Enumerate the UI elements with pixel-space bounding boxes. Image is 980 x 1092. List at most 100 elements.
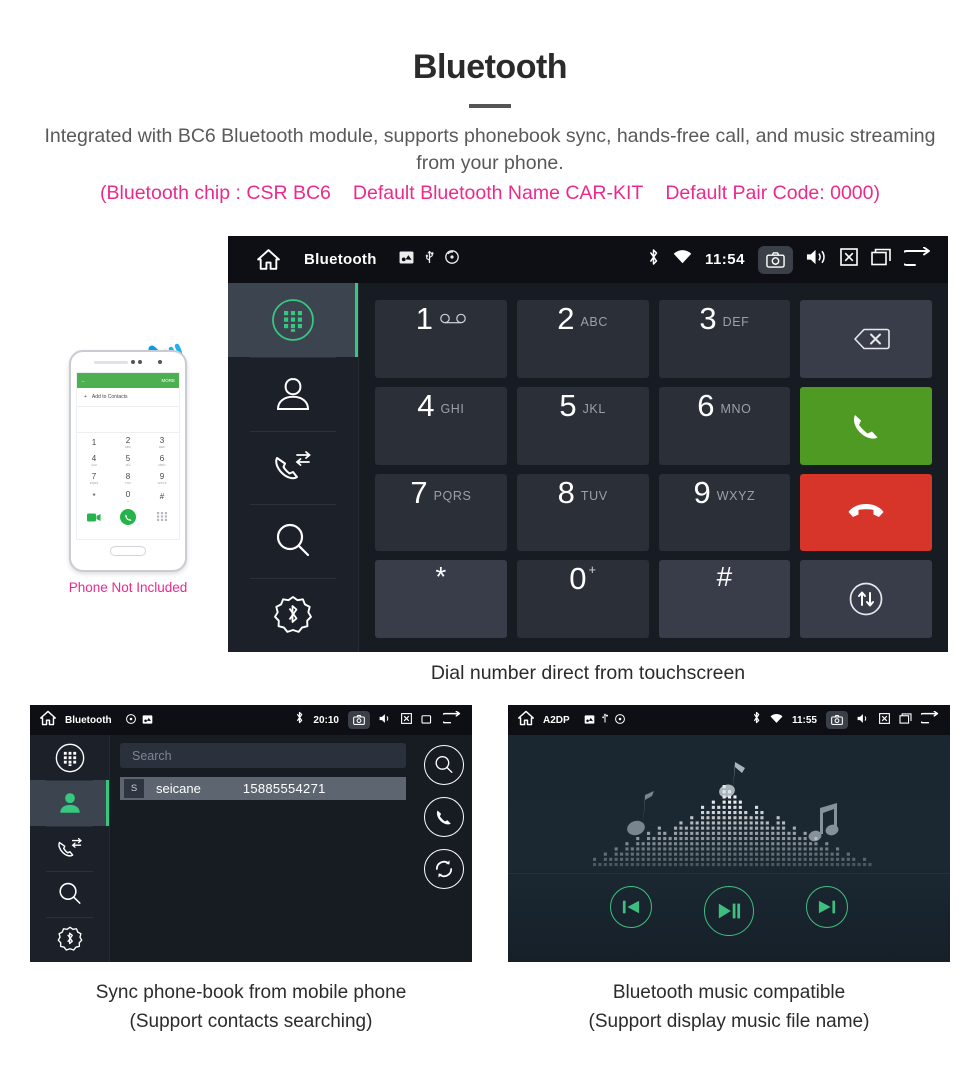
screen-title: Bluetooth [304, 251, 377, 268]
volume-icon[interactable] [379, 711, 392, 729]
key-2[interactable]: 2 ABC [516, 300, 649, 378]
key-label: 8 [557, 474, 575, 510]
recents-icon[interactable] [899, 711, 912, 729]
key-label: 4 [91, 453, 97, 463]
phone-add-contacts-row[interactable]: + Add to Contacts [77, 388, 179, 407]
call-button[interactable] [800, 386, 932, 465]
hangup-button[interactable] [800, 473, 932, 552]
phone-number-field[interactable] [77, 407, 179, 433]
phone-key-9[interactable]: 9 WXYZ [145, 469, 179, 487]
key-sub: GHI [440, 401, 465, 416]
phone-key-3[interactable]: 3 DEF [145, 433, 179, 451]
phone-home-button[interactable] [110, 546, 146, 556]
home-icon[interactable] [242, 248, 294, 271]
sidebar-item-search[interactable] [30, 871, 109, 916]
phone-key-hash[interactable]: # [145, 487, 179, 505]
phone-key-star[interactable]: * [77, 487, 111, 505]
previous-track-button[interactable] [610, 886, 652, 928]
volume-icon[interactable] [806, 248, 827, 271]
key-7[interactable]: 7 PQRS [375, 473, 507, 552]
disc-icon [125, 711, 136, 729]
camera-icon[interactable] [826, 711, 848, 729]
media-controls [508, 886, 950, 936]
phone-key-8[interactable]: 8 TUV [111, 469, 145, 487]
title-divider [469, 104, 511, 108]
phone-keypad-toggle-icon[interactable] [145, 511, 179, 523]
camera-icon[interactable] [758, 245, 793, 274]
sync-button[interactable] [424, 849, 464, 889]
sd-card-icon [142, 711, 153, 729]
backspace-button[interactable] [800, 300, 932, 378]
key-sub: MNO [158, 462, 166, 467]
key-label: * [435, 561, 447, 593]
key-label: 7 [91, 471, 97, 481]
sidebar-item-dialpad[interactable] [30, 735, 109, 780]
key-5[interactable]: 5 JKL [516, 386, 649, 465]
key-star[interactable]: * [375, 560, 507, 638]
back-arrow-icon[interactable] [918, 710, 941, 729]
next-track-button[interactable] [806, 886, 848, 928]
key-hash[interactable]: # [658, 560, 791, 638]
search-button[interactable] [424, 745, 464, 785]
mute-x-icon[interactable] [879, 711, 890, 729]
phonebook-caption-line1: Sync phone-book from mobile phone [95, 982, 407, 1003]
mute-x-icon[interactable] [840, 248, 858, 271]
sidebar-item-bt-settings[interactable] [228, 578, 358, 652]
key-6[interactable]: 6 MNO [658, 386, 791, 465]
phone-key-0[interactable]: 0 + [111, 487, 145, 505]
home-icon[interactable] [517, 710, 535, 731]
back-arrow-icon[interactable] [440, 710, 463, 729]
phone-key-1[interactable]: 1 [77, 433, 111, 451]
home-icon[interactable] [39, 710, 57, 731]
sidebar-item-contacts[interactable] [228, 356, 358, 431]
volume-icon[interactable] [857, 711, 870, 729]
key-3[interactable]: 3 DEF [658, 300, 791, 378]
call-history-icon [57, 837, 82, 857]
sidebar-item-search[interactable] [228, 504, 358, 578]
screen-body: 1 2 ABC 3 DEF 4 GHI 5 JKL 6 MNO 7 PQRS 8… [228, 283, 948, 652]
phone-key-7[interactable]: 7 PQRS [77, 469, 111, 487]
sidebar-item-contacts[interactable] [30, 780, 109, 827]
recents-icon[interactable] [871, 248, 891, 271]
phone-call-button[interactable] [111, 509, 145, 525]
phone-key-6[interactable]: 6 MNO [145, 451, 179, 469]
contact-row[interactable]: S seicane 15885554271 [120, 777, 406, 800]
phone-key-4[interactable]: 4 GHI [77, 451, 111, 469]
back-arrow-icon[interactable] [899, 246, 934, 272]
phonebook-screen: Bluetooth 20:10 Search S seicane 1588555… [30, 705, 472, 962]
key-8[interactable]: 8 TUV [516, 473, 649, 552]
usb-icon [424, 250, 435, 270]
phone-video-call-icon[interactable] [77, 513, 111, 522]
sidebar-item-call-history[interactable] [228, 430, 358, 505]
page-title: Bluetooth [412, 48, 568, 86]
key-sub: TUV [580, 488, 608, 503]
music-body [508, 735, 950, 962]
phone-back-icon[interactable]: ← [81, 378, 86, 383]
call-button[interactable] [424, 797, 464, 837]
play-pause-button[interactable] [704, 886, 754, 936]
search-input[interactable]: Search [120, 743, 406, 768]
phone-more-label[interactable]: MORE [162, 378, 176, 383]
key-1[interactable]: 1 [375, 300, 507, 378]
bluetooth-settings-icon [57, 926, 82, 952]
contact-number: 15885554271 [242, 781, 326, 796]
key-9[interactable]: 9 WXYZ [658, 473, 791, 552]
phonebook-body: Search S seicane 15885554271 [30, 735, 472, 962]
key-4[interactable]: 4 GHI [375, 386, 507, 465]
recents-icon[interactable] [421, 711, 434, 729]
phone-mockup: ← MORE + Add to Contacts 1 2 ABC 3 DEF 4 GH… [48, 343, 208, 595]
screen-title: Bluetooth [65, 714, 112, 726]
spec-line: (Bluetooth chip : CSR BC6 Default Bluetoo… [0, 182, 980, 205]
camera-icon[interactable] [348, 711, 370, 729]
sidebar-item-call-history[interactable] [30, 825, 109, 871]
sidebar-item-dialpad[interactable] [228, 283, 358, 357]
transfer-audio-button[interactable] [800, 560, 932, 638]
search-icon [435, 755, 453, 773]
key-0[interactable]: 0 + [516, 560, 649, 638]
sidebar-item-bt-settings[interactable] [30, 916, 109, 962]
phone-key-2[interactable]: 2 ABC [111, 433, 145, 451]
key-sub: DEF [159, 444, 165, 449]
screen-title: A2DP [543, 714, 570, 726]
phone-key-5[interactable]: 5 JKL [111, 451, 145, 469]
mute-x-icon[interactable] [401, 711, 412, 729]
